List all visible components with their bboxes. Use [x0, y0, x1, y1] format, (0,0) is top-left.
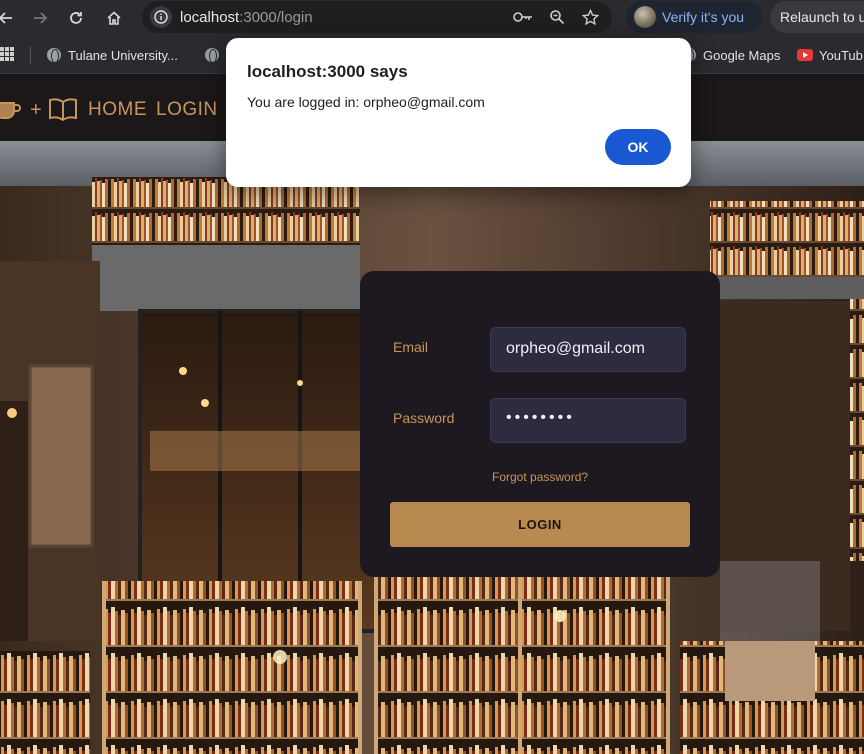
youtube-icon: [797, 49, 813, 61]
bookmark-google-maps[interactable]: Google Maps: [682, 46, 780, 64]
login-card: Email orpheo@gmail.com Password ••••••••…: [360, 271, 720, 577]
forgot-password-link[interactable]: Forgot password?: [492, 470, 588, 484]
nav-home-link[interactable]: HOME: [88, 99, 147, 121]
email-field[interactable]: orpheo@gmail.com: [490, 327, 686, 372]
bookmark-youtube[interactable]: YouTub: [797, 46, 863, 64]
login-submit-button[interactable]: LOGIN: [390, 502, 690, 547]
alert-dialog: localhost:3000 says You are logged in: o…: [226, 38, 691, 187]
profile-avatar: [634, 6, 656, 28]
forward-arrow-icon[interactable]: [28, 6, 52, 30]
reload-icon[interactable]: [64, 6, 88, 30]
url-host: localhost: [180, 9, 240, 26]
browser-toolbar: localhost:3000/login Verify it's you Rel…: [0, 0, 864, 36]
home-icon[interactable]: [102, 6, 126, 30]
password-field[interactable]: ••••••••: [490, 398, 686, 443]
alert-message: You are logged in: orpheo@gmail.com: [247, 94, 485, 110]
verify-identity-chip[interactable]: Verify it's you: [626, 1, 762, 33]
coffee-cup-icon: [0, 95, 22, 126]
relaunch-button[interactable]: Relaunch to u: [770, 1, 864, 33]
globe-icon: [47, 48, 61, 63]
bookmark-label: YouTub: [819, 47, 863, 63]
url-path: :3000/login: [239, 9, 313, 26]
site-info-icon[interactable]: [150, 6, 172, 28]
bookmark-label: Google Maps: [703, 47, 781, 63]
open-book-icon: [48, 97, 78, 128]
zoom-icon[interactable]: [546, 6, 568, 28]
password-key-icon[interactable]: [512, 6, 534, 28]
nav-login-link[interactable]: LOGIN: [156, 99, 218, 121]
alert-ok-button[interactable]: OK: [605, 129, 671, 165]
url-text: localhost:3000/login: [180, 9, 313, 26]
back-arrow-icon[interactable]: [0, 6, 18, 30]
verify-label: Verify it's you: [662, 9, 745, 25]
alert-title: localhost:3000 says: [247, 62, 408, 81]
apps-grid-icon[interactable]: [0, 47, 14, 61]
nav-plus: +: [30, 99, 42, 121]
bookmark-star-icon[interactable]: [579, 6, 601, 28]
email-label: Email: [393, 339, 429, 355]
address-bar[interactable]: localhost:3000/login: [142, 1, 612, 33]
globe-icon: [205, 48, 219, 63]
bookmark-label: Tulane University...: [68, 47, 178, 63]
bookmark-partial[interactable]: [205, 46, 226, 64]
library-background-image: Email orpheo@gmail.com Password ••••••••…: [0, 141, 864, 754]
relaunch-label: Relaunch to u: [780, 9, 864, 25]
password-label: Password: [393, 410, 455, 426]
bookmarks-divider: [30, 46, 31, 64]
bookmark-tulane[interactable]: Tulane University...: [47, 46, 178, 64]
